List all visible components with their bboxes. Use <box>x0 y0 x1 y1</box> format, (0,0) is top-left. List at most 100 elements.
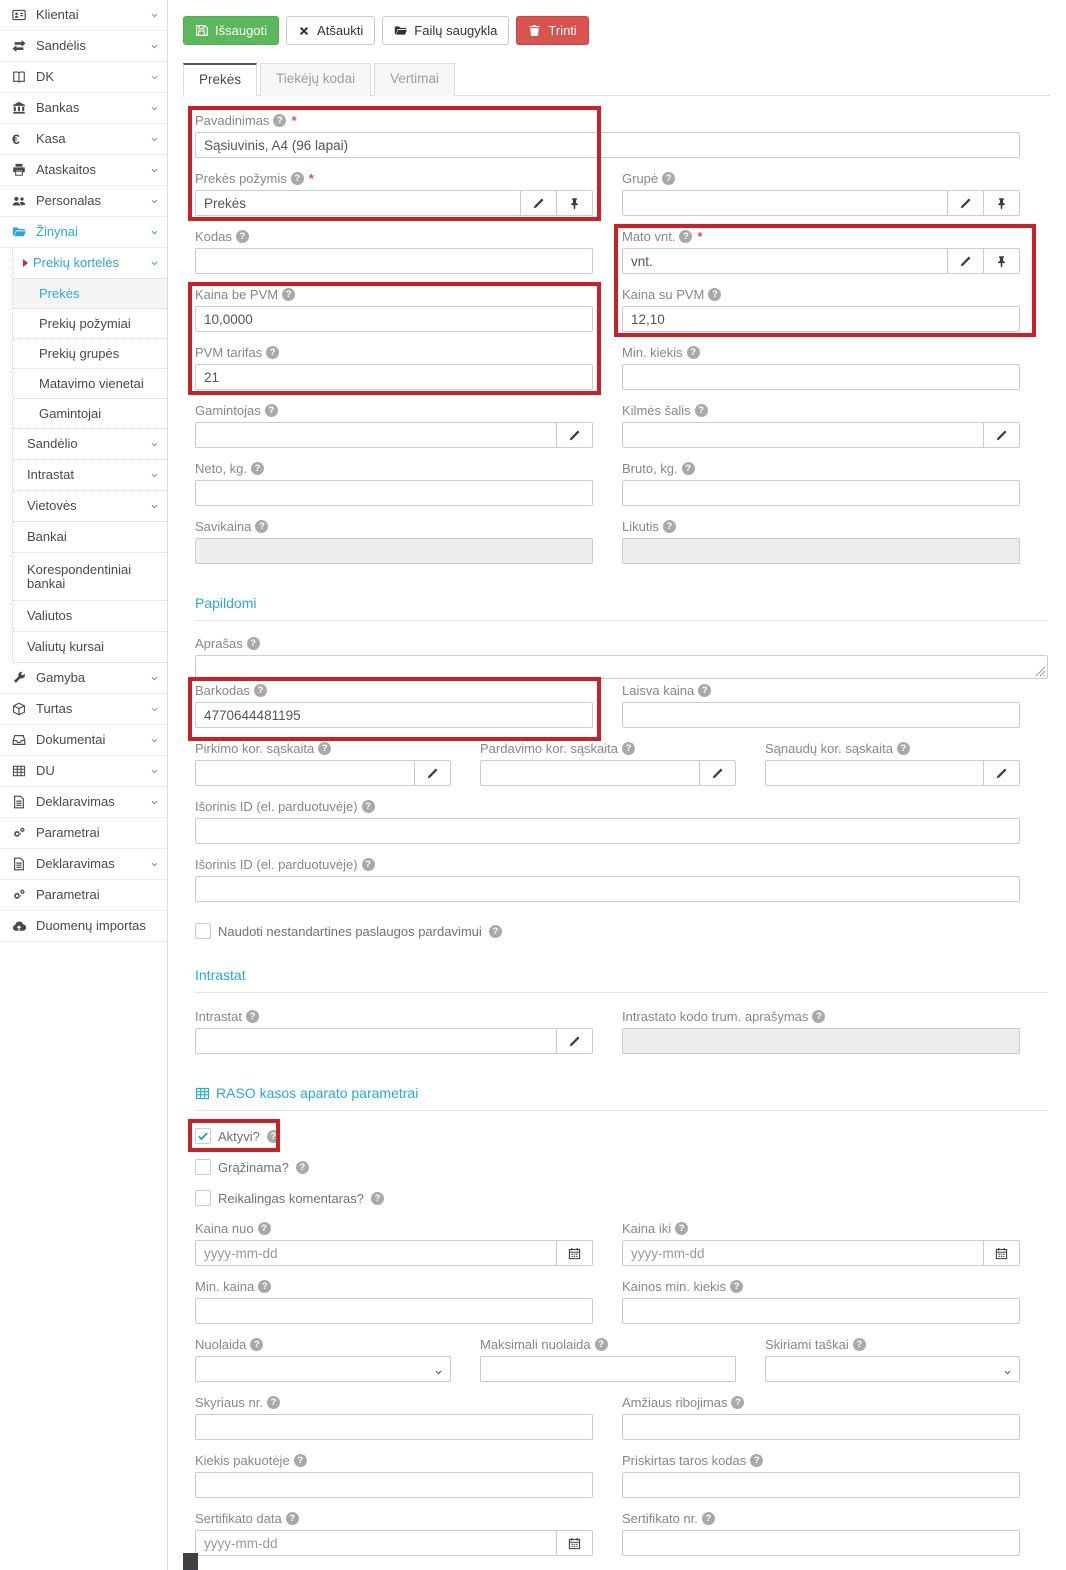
sidebar-item-matavimo-vienetai[interactable]: Matavimo vienetai <box>13 369 167 399</box>
field-label: Kilmės šalis <box>622 403 691 418</box>
pirkimo-kor-input[interactable] <box>195 760 415 786</box>
save-button[interactable]: Išsaugoti <box>183 16 279 45</box>
sidebar-item-prekes[interactable]: Prekės <box>13 279 167 309</box>
field-label: Min. kaina <box>195 1279 254 1294</box>
pavadinimas-input[interactable] <box>195 132 1020 158</box>
sertifikato-data-input[interactable] <box>195 1530 557 1556</box>
sertifikato-nr-input[interactable] <box>622 1530 1020 1556</box>
skyriaus-nr-input[interactable] <box>195 1414 593 1440</box>
pin-button[interactable] <box>556 190 593 216</box>
priskirtas-taros-input[interactable] <box>622 1472 1020 1498</box>
edit-button[interactable] <box>414 760 451 786</box>
edit-button[interactable] <box>983 760 1020 786</box>
pardavimo-kor-input[interactable] <box>480 760 700 786</box>
kilmes-salis-input[interactable] <box>622 422 984 448</box>
sidebar-item-turtas[interactable]: Turtas <box>0 694 167 725</box>
min-kaina-input[interactable] <box>195 1298 593 1324</box>
sanaudu-kor-input[interactable] <box>765 760 984 786</box>
pencil-icon <box>959 197 972 210</box>
tab-vertimai[interactable]: Vertimai <box>374 63 455 96</box>
kainos-min-kiekis-input[interactable] <box>622 1298 1020 1324</box>
tab-tiekeju-kodai[interactable]: Tiekėjų kodai <box>260 63 371 96</box>
euro-icon: € <box>12 131 36 147</box>
edit-button[interactable] <box>947 190 984 216</box>
amziaus-ribojimas-input[interactable] <box>622 1414 1020 1440</box>
sidebar-item-klientai[interactable]: Klientai <box>0 0 167 31</box>
gamintojas-input[interactable] <box>195 422 557 448</box>
skiriami-taskai-select[interactable] <box>765 1356 1020 1382</box>
calendar-button[interactable] <box>556 1240 593 1266</box>
edit-button[interactable] <box>556 1028 593 1054</box>
tab-prekes[interactable]: Prekės <box>183 63 257 96</box>
min-kiekis-input[interactable] <box>622 364 1020 390</box>
sidebar-item-prekiu-grupes[interactable]: Prekių grupės <box>13 339 167 369</box>
sidebar-item-dokumentai[interactable]: Dokumentai <box>0 725 167 756</box>
aktyvi-checkbox[interactable]: Aktyvi?? <box>195 1128 1048 1144</box>
nuolaida-select[interactable] <box>195 1356 451 1382</box>
sidebar-item-kasa[interactable]: €Kasa <box>0 124 167 155</box>
help-icon: ? <box>687 346 700 359</box>
sidebar-item-sandelis[interactable]: Sandėlis <box>0 31 167 62</box>
sidebar-item-gamyba[interactable]: Gamyba <box>0 663 167 694</box>
sidebar-item-gamintojai[interactable]: Gamintojai <box>13 399 167 429</box>
sidebar-item-prekiu-pozymiai[interactable]: Prekių požymiai <box>13 309 167 339</box>
edit-button[interactable] <box>983 422 1020 448</box>
sidebar-item-valiutu-kursai[interactable]: Valiutų kursai <box>13 632 167 663</box>
sidebar-item-deklaravimas-1[interactable]: Deklaravimas <box>0 787 167 818</box>
sidebar-item-valiutos[interactable]: Valiutos <box>13 601 167 632</box>
edit-button[interactable] <box>947 248 984 274</box>
sidebar-item-sandelio[interactable]: Sandėlio <box>13 429 167 460</box>
reikalingas-komentaras-checkbox[interactable]: Reikalingas komentaras?? <box>195 1190 1048 1206</box>
sidebar-item-intrastat[interactable]: Intrastat <box>13 460 167 491</box>
edit-button[interactable] <box>556 422 593 448</box>
sidebar-item-zinynai[interactable]: Žinynai <box>0 217 167 248</box>
bruto-kg-input[interactable] <box>622 480 1020 506</box>
pin-button[interactable] <box>983 190 1020 216</box>
sidebar-item-ataskaitos[interactable]: Ataskaitos <box>0 155 167 186</box>
isorinis-id-1-input[interactable] <box>195 818 1020 844</box>
file-storage-button[interactable]: Failų saugykla <box>382 16 509 45</box>
sidebar-item-parametrai-1[interactable]: Parametrai <box>0 818 167 849</box>
pvm-tarifas-input[interactable] <box>195 364 593 390</box>
chevron-down-icon <box>150 798 159 807</box>
intrastat-input[interactable] <box>195 1028 557 1054</box>
sidebar-item-korespondentiniai-bankai[interactable]: Korespondentiniai bankai <box>13 553 167 601</box>
sidebar-item-bankai[interactable]: Bankai <box>13 522 167 553</box>
sidebar-item-dk[interactable]: DK <box>0 62 167 93</box>
kaina-iki-input[interactable] <box>622 1240 984 1266</box>
sidebar-item-du[interactable]: DU <box>0 756 167 787</box>
sidebar-item-deklaravimas-2[interactable]: Deklaravimas <box>0 849 167 880</box>
naudoti-checkbox[interactable]: Naudoti nestandartines paslaugos pardavi… <box>195 923 1048 939</box>
sidebar-item-vietoves[interactable]: Vietovės <box>13 491 167 522</box>
maksimali-nuolaida-input[interactable] <box>480 1356 736 1382</box>
grupe-input[interactable] <box>622 190 948 216</box>
edit-button[interactable] <box>699 760 736 786</box>
resize-handle-icon[interactable] <box>1034 665 1046 677</box>
prekes-pozymis-input[interactable] <box>195 190 521 216</box>
laisva-kaina-input[interactable] <box>622 702 1020 728</box>
mato-vnt-input[interactable] <box>622 248 948 274</box>
kiekis-pakuoteje-input[interactable] <box>195 1472 593 1498</box>
calendar-button[interactable] <box>556 1530 593 1556</box>
edit-button[interactable] <box>520 190 557 216</box>
help-icon: ? <box>362 858 375 871</box>
pencil-icon <box>568 1035 581 1048</box>
sidebar-item-bankas[interactable]: Bankas <box>0 93 167 124</box>
grazinama-checkbox[interactable]: Grąžinama?? <box>195 1159 1048 1175</box>
sidebar-item-personalas[interactable]: Personalas <box>0 186 167 217</box>
sidebar-item-duomenu-importas[interactable]: Duomenų importas <box>0 911 167 942</box>
sidebar-item-parametrai-2[interactable]: Parametrai <box>0 880 167 911</box>
barkodas-input[interactable] <box>195 702 593 728</box>
kaina-nuo-input[interactable] <box>195 1240 557 1266</box>
kaina-su-pvm-input[interactable] <box>622 306 1020 332</box>
neto-kg-input[interactable] <box>195 480 593 506</box>
sidebar-item-prekiu-korteles[interactable]: Prekių kortelės <box>13 248 167 279</box>
calendar-button[interactable] <box>983 1240 1020 1266</box>
kodas-input[interactable] <box>195 248 593 274</box>
kaina-be-pvm-input[interactable] <box>195 306 593 332</box>
aprasas-textarea[interactable] <box>195 655 1048 679</box>
delete-button[interactable]: Trinti <box>516 16 588 45</box>
cancel-button[interactable]: Atšaukti <box>286 16 375 45</box>
pin-button[interactable] <box>983 248 1020 274</box>
isorinis-id-2-input[interactable] <box>195 876 1020 902</box>
